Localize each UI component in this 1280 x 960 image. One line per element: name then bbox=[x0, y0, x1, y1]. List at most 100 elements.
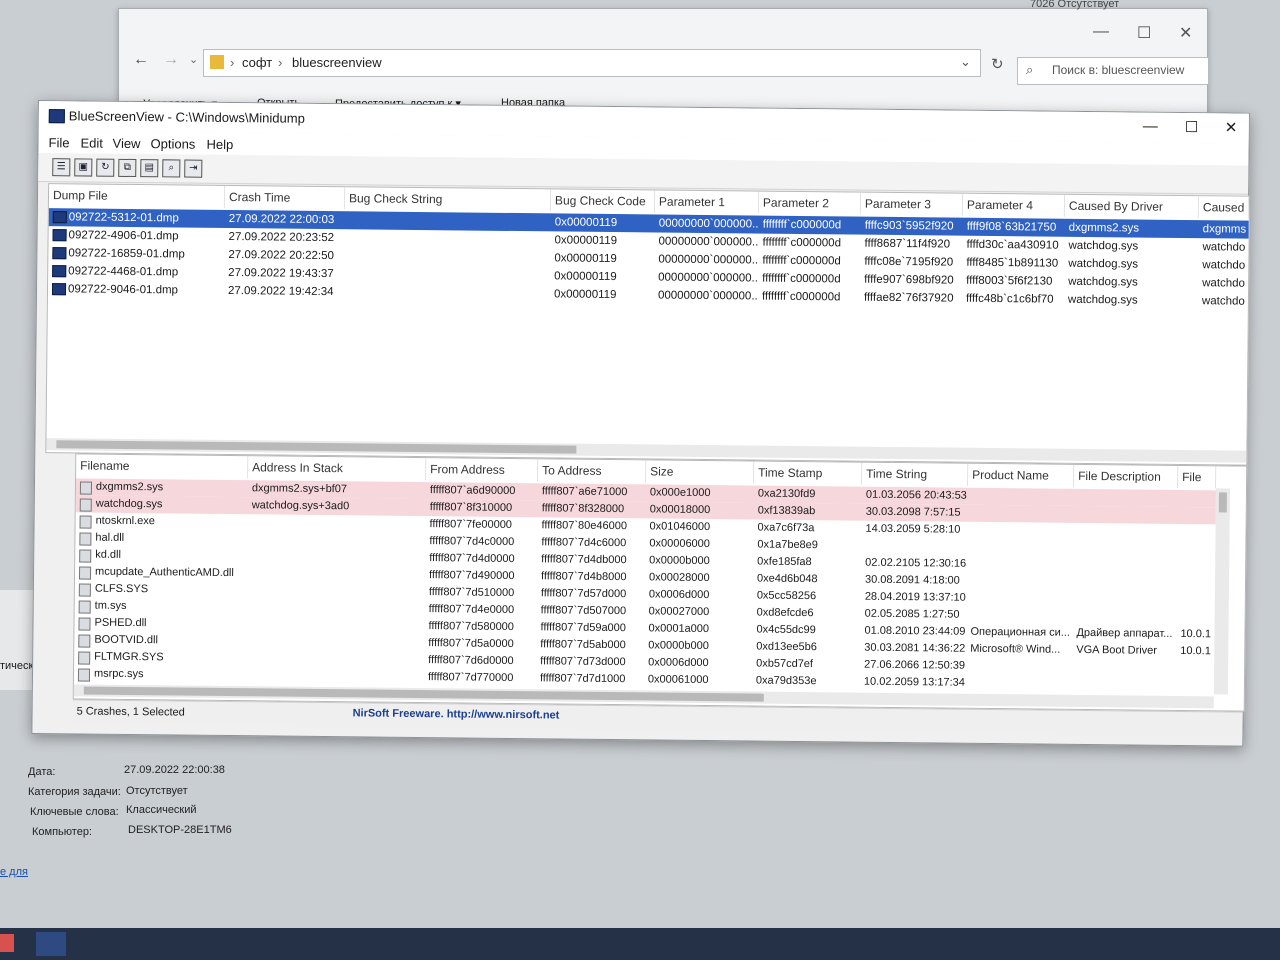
cell-from: fffff807`7d510000 bbox=[428, 586, 515, 600]
save-icon[interactable]: ▣ bbox=[74, 158, 93, 177]
forward-arrow-icon[interactable]: → bbox=[163, 51, 179, 69]
close-button[interactable]: ✕ bbox=[1225, 118, 1238, 136]
scrollbar-thumb[interactable] bbox=[56, 440, 577, 454]
cell-size: 0x00061000 bbox=[647, 673, 709, 687]
vertical-scrollbar[interactable] bbox=[1213, 488, 1230, 695]
taskbar-app-icon[interactable] bbox=[0, 934, 14, 952]
cell-ts: 0xa2130fd9 bbox=[757, 487, 816, 501]
explorer-maximize-button[interactable]: ☐ bbox=[1137, 23, 1151, 43]
exit-icon[interactable]: ⇥ bbox=[184, 159, 203, 178]
cell-p3: ffffc08e`7195f920 bbox=[864, 255, 954, 269]
column-header[interactable]: Parameter 4 bbox=[962, 193, 1066, 217]
column-header[interactable]: Bug Check String bbox=[344, 187, 552, 212]
date-value: 27.09.2022 22:00:38 bbox=[124, 764, 225, 776]
chevron-down-icon[interactable]: ⌄ bbox=[960, 54, 971, 70]
search-placeholder: Поиск в: bluescreenview bbox=[1052, 63, 1185, 77]
find-icon[interactable]: ⌕ bbox=[162, 159, 181, 178]
scrollbar-thumb[interactable] bbox=[1218, 492, 1227, 513]
column-header[interactable]: Parameter 1 bbox=[654, 190, 760, 214]
breadcrumb-item[interactable]: bluescreenview bbox=[292, 55, 382, 70]
column-header[interactable]: Filename bbox=[76, 454, 249, 479]
column-header[interactable]: From Address bbox=[426, 458, 539, 482]
cell-to: fffff807`7d4c6000 bbox=[541, 536, 627, 550]
menu-options[interactable]: Options bbox=[150, 136, 195, 151]
cell-time: 27.09.2022 22:00:03 bbox=[228, 213, 335, 227]
cell-driver: dxgmms2.sys bbox=[1068, 221, 1140, 235]
refresh-icon[interactable]: ↻ bbox=[96, 158, 115, 177]
copy-icon[interactable]: ⧉ bbox=[118, 158, 137, 178]
address-bar[interactable]: › софт › bluescreenview ⌄ bbox=[203, 49, 981, 77]
search-input[interactable]: ⌕ Поиск в: bluescreenview bbox=[1017, 57, 1209, 85]
cell-code: 0x00000119 bbox=[554, 252, 617, 266]
refresh-icon[interactable]: ↻ bbox=[991, 55, 1004, 73]
breadcrumb-separator-icon: › bbox=[278, 55, 283, 70]
cell-driver: watchdog.sys bbox=[1068, 239, 1139, 253]
column-header[interactable]: Time Stamp bbox=[754, 461, 863, 485]
cell-prod bbox=[971, 556, 1073, 557]
chevron-down-icon[interactable]: ⌄ bbox=[189, 53, 198, 66]
menu-view[interactable]: View bbox=[112, 136, 140, 151]
breadcrumb-item[interactable]: софт bbox=[242, 55, 272, 70]
cell-ver: 10.0.1 bbox=[1180, 627, 1212, 641]
nirsoft-link[interactable]: NirSoft Freeware. http://www.nirsoft.net bbox=[353, 707, 560, 721]
cell-name: watchdog.sys bbox=[95, 497, 163, 511]
explorer-close-button[interactable]: ✕ bbox=[1179, 23, 1192, 43]
column-header[interactable]: To Address bbox=[538, 459, 647, 483]
cell-to: fffff807`7d59a000 bbox=[540, 621, 627, 635]
cell-name: dxgmms2.sys bbox=[95, 480, 164, 494]
menu-file[interactable]: File bbox=[48, 135, 69, 150]
bluescreenview-taskbar-icon[interactable] bbox=[36, 932, 66, 956]
explorer-minimize-button[interactable]: — bbox=[1093, 23, 1109, 41]
cell-tstr: 30.03.2098 7:57:15 bbox=[865, 505, 961, 519]
cell-p1: 00000000`000000... bbox=[658, 217, 759, 231]
cell-p2: ffffffff`c000000d bbox=[761, 290, 841, 304]
cell-tstr: 14.03.2059 5:28:10 bbox=[865, 522, 961, 536]
cell-ts: 0x4c55dc99 bbox=[756, 623, 816, 637]
cell-caused: watchdo bbox=[1201, 295, 1245, 308]
computer-value: DESKTOP-28E1TM6 bbox=[128, 824, 232, 836]
bluescreenview-window: BlueScreenView - C:\Windows\Minidump — ☐… bbox=[31, 100, 1251, 747]
cell-code: 0x00000119 bbox=[553, 288, 617, 302]
minimize-button[interactable]: — bbox=[1143, 118, 1158, 135]
cell-p2: ffffffff`c000000d bbox=[762, 272, 841, 286]
cell-name: FLTMGR.SYS bbox=[94, 650, 164, 664]
back-arrow-icon[interactable]: ← bbox=[133, 51, 149, 69]
menu-help[interactable]: Help bbox=[206, 137, 233, 152]
maximize-button[interactable]: ☐ bbox=[1185, 118, 1199, 136]
column-header[interactable]: Dump File bbox=[48, 184, 226, 208]
cell-prod bbox=[971, 607, 1073, 608]
cell-ts: 0xfe185fa8 bbox=[757, 555, 812, 569]
menu-edit[interactable]: Edit bbox=[80, 135, 103, 150]
cell-name: ntoskrnl.exe bbox=[95, 514, 155, 528]
column-header[interactable]: Time String bbox=[862, 462, 969, 486]
cell-p2: ffffffff`c000000d bbox=[762, 254, 841, 268]
cell-p4: ffff9f08`63b21750 bbox=[966, 220, 1057, 234]
column-header[interactable]: Caused By Driver bbox=[1064, 194, 1200, 219]
column-header[interactable]: Bug Check Code bbox=[550, 189, 656, 213]
cell-p4: ffffc48b`c1c6bf70 bbox=[965, 292, 1054, 306]
cell-tstr: 27.06.2066 12:50:39 bbox=[864, 658, 966, 672]
cell-p4: ffffd30c`aa430910 bbox=[966, 238, 1059, 252]
column-header[interactable]: Crash Time bbox=[224, 185, 346, 210]
cell-file: 092722-16859-01.dmp bbox=[68, 247, 185, 261]
cell-name: PSHED.dll bbox=[94, 616, 147, 630]
column-header[interactable]: Size bbox=[646, 460, 755, 484]
driver-file-icon bbox=[79, 549, 92, 563]
cell-tstr: 30.08.2091 4:18:00 bbox=[864, 573, 960, 587]
column-header[interactable]: Parameter 2 bbox=[758, 191, 862, 215]
column-header[interactable]: File Ve bbox=[1177, 465, 1217, 506]
cell-from: fffff807`7d770000 bbox=[427, 671, 514, 685]
column-header[interactable]: Address In Stack bbox=[248, 456, 427, 481]
cell-prod bbox=[970, 658, 1072, 659]
cell-stack: dxgmms2.sys+bf07 bbox=[251, 482, 348, 496]
column-header[interactable]: Caused B bbox=[1198, 196, 1250, 236]
scrollbar-thumb[interactable] bbox=[83, 686, 764, 702]
column-header[interactable]: Parameter 3 bbox=[860, 192, 964, 216]
properties-icon[interactable]: ☰ bbox=[52, 158, 71, 177]
cell-desc bbox=[1078, 489, 1178, 490]
event-help-link[interactable]: е для bbox=[0, 866, 28, 878]
html-report-icon[interactable]: ▤ bbox=[140, 159, 159, 178]
column-header[interactable]: Product Name bbox=[968, 463, 1075, 487]
cell-size: 0x00018000 bbox=[649, 503, 711, 517]
column-header[interactable]: File Description bbox=[1074, 464, 1179, 488]
